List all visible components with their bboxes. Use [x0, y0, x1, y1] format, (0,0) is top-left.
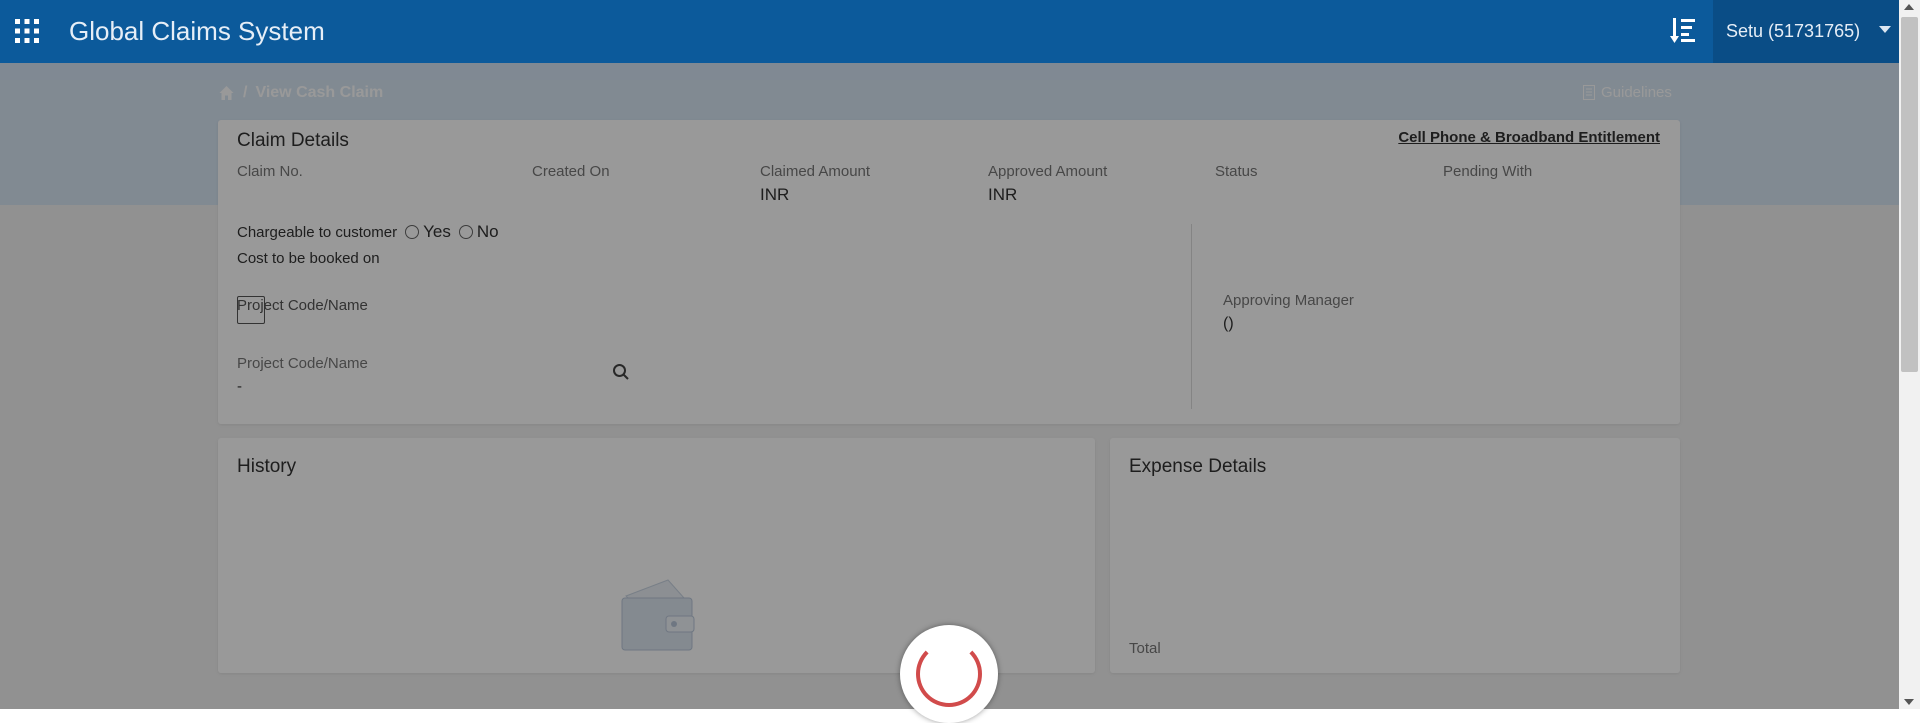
scroll-thumb[interactable] [1901, 17, 1918, 372]
app-title: Global Claims System [69, 16, 325, 46]
top-header: Global Claims System Setu (51731765) [0, 0, 1899, 63]
scroll-up-arrow[interactable] [1904, 4, 1914, 10]
spinner-ring [916, 641, 982, 707]
scroll-down-arrow[interactable] [1904, 699, 1914, 705]
user-menu[interactable]: Setu (51731765) [1713, 0, 1899, 63]
vertical-scrollbar[interactable] [1899, 0, 1920, 709]
loading-overlay [0, 63, 1899, 709]
user-name: Setu (51731765) [1726, 21, 1861, 41]
apps-grid-icon[interactable] [14, 18, 40, 44]
loading-spinner [900, 625, 998, 723]
sort-list-icon[interactable] [1669, 16, 1697, 44]
chevron-down-icon [1879, 26, 1891, 33]
